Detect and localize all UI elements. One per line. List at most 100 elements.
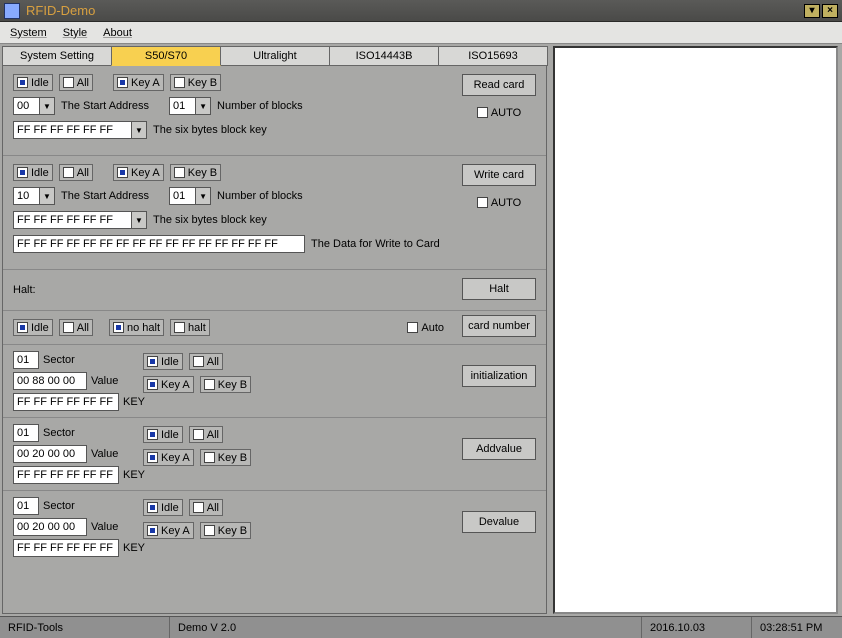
addv-key[interactable] (13, 466, 119, 484)
read-numblocks-dropdown[interactable]: ▼ (169, 97, 211, 115)
write-start-address-dropdown[interactable]: ▼ (13, 187, 55, 205)
addv-radio-keya[interactable]: Key A (143, 449, 194, 466)
addv-value[interactable] (13, 445, 87, 463)
cardnum-section: Idle All no halt halt Auto card number (3, 311, 546, 345)
label-sector: Sector (43, 354, 75, 366)
cn-auto-check[interactable]: Auto (405, 319, 446, 336)
titlebar: RFID-Demo ▾ × (0, 0, 842, 22)
write-numblocks-dropdown[interactable]: ▼ (169, 187, 211, 205)
write-check-all[interactable]: All (59, 164, 93, 181)
write-radio-keya[interactable]: Key A (113, 164, 164, 181)
cn-check-halt[interactable]: halt (170, 319, 210, 336)
read-key-dropdown[interactable]: ▼ (13, 121, 147, 139)
devalue-button[interactable]: Devalue (462, 511, 536, 533)
write-numblocks[interactable] (169, 187, 195, 205)
init-key[interactable] (13, 393, 119, 411)
label-key: KEY (123, 542, 145, 554)
read-start-address-dropdown[interactable]: ▼ (13, 97, 55, 115)
log-panel[interactable] (553, 46, 838, 614)
initialization-button[interactable]: initialization (462, 365, 536, 387)
card-number-button[interactable]: card number (462, 315, 536, 337)
tab-strip: System Setting S50/S70 Ultralight ISO144… (2, 46, 547, 66)
dropdown-icon[interactable]: ▼ (131, 121, 147, 139)
label-sector: Sector (43, 500, 75, 512)
status-time: 03:28:51 PM (752, 617, 842, 638)
cn-check-all[interactable]: All (59, 319, 93, 336)
addvalue-button[interactable]: Addvalue (462, 438, 536, 460)
label-value: Value (91, 521, 118, 533)
dev-check-keyb[interactable]: Key B (200, 522, 251, 539)
addv-check-keyb[interactable]: Key B (200, 449, 251, 466)
halt-button[interactable]: Halt (462, 278, 536, 300)
read-auto-check[interactable]: AUTO (475, 104, 523, 121)
read-start-address[interactable] (13, 97, 39, 115)
init-value[interactable] (13, 372, 87, 390)
app-icon (4, 3, 20, 19)
label-halt: Halt: (13, 284, 36, 296)
dropdown-icon[interactable]: ▼ (195, 187, 211, 205)
dropdown-icon[interactable]: ▼ (131, 211, 147, 229)
dev-value[interactable] (13, 518, 87, 536)
init-section: Sector Value KEY Idle All Key A Key B in… (3, 345, 546, 418)
dev-radio-idle[interactable]: Idle (143, 499, 183, 516)
label-start-address: The Start Address (61, 100, 149, 112)
write-check-keyb[interactable]: Key B (170, 164, 221, 181)
menu-system[interactable]: System (10, 27, 47, 39)
tab-system-setting[interactable]: System Setting (2, 46, 112, 66)
init-check-keyb[interactable]: Key B (200, 376, 251, 393)
read-numblocks[interactable] (169, 97, 195, 115)
write-auto-check[interactable]: AUTO (475, 194, 523, 211)
status-tool: RFID-Tools (0, 617, 170, 638)
read-check-all[interactable]: All (59, 74, 93, 91)
dev-check-all[interactable]: All (189, 499, 223, 516)
dropdown-icon[interactable]: ▼ (39, 187, 55, 205)
addv-sector[interactable] (13, 424, 39, 442)
init-check-all[interactable]: All (189, 353, 223, 370)
status-date: 2016.10.03 (642, 617, 752, 638)
cn-radio-idle[interactable]: Idle (13, 319, 53, 336)
halt-section: Halt: Halt (3, 270, 546, 311)
label-sector: Sector (43, 427, 75, 439)
init-sector[interactable] (13, 351, 39, 369)
cn-radio-nohalt[interactable]: no halt (109, 319, 164, 336)
devalue-section: Sector Value KEY Idle All Key A Key B De… (3, 491, 546, 563)
tab-iso15693[interactable]: ISO15693 (438, 46, 548, 66)
write-key-dropdown[interactable]: ▼ (13, 211, 147, 229)
menu-about[interactable]: About (103, 27, 132, 39)
tab-ultralight[interactable]: Ultralight (220, 46, 330, 66)
tab-body: Idle All Key A Key B ▼ The Start Address… (2, 66, 547, 614)
tab-iso14443b[interactable]: ISO14443B (329, 46, 439, 66)
addv-radio-idle[interactable]: Idle (143, 426, 183, 443)
init-radio-keya[interactable]: Key A (143, 376, 194, 393)
read-check-keyb[interactable]: Key B (170, 74, 221, 91)
menubar: System Style About (0, 22, 842, 44)
write-radio-idle[interactable]: Idle (13, 164, 53, 181)
dev-radio-keya[interactable]: Key A (143, 522, 194, 539)
read-card-button[interactable]: Read card (462, 74, 536, 96)
dropdown-icon[interactable]: ▼ (195, 97, 211, 115)
read-radio-keya[interactable]: Key A (113, 74, 164, 91)
read-section: Idle All Key A Key B ▼ The Start Address… (3, 66, 546, 156)
write-key[interactable] (13, 211, 131, 229)
label-six-bytes: The six bytes block key (153, 214, 267, 226)
window-title: RFID-Demo (26, 3, 802, 18)
label-num-blocks: Number of blocks (217, 100, 303, 112)
read-key[interactable] (13, 121, 131, 139)
write-data[interactable] (13, 235, 305, 253)
label-value: Value (91, 375, 118, 387)
addv-check-all[interactable]: All (189, 426, 223, 443)
menu-style[interactable]: Style (63, 27, 87, 39)
label-six-bytes: The six bytes block key (153, 124, 267, 136)
write-card-button[interactable]: Write card (462, 164, 536, 186)
read-radio-idle[interactable]: Idle (13, 74, 53, 91)
close-button[interactable]: × (822, 4, 838, 18)
addvalue-section: Sector Value KEY Idle All Key A Key B Ad… (3, 418, 546, 491)
dev-sector[interactable] (13, 497, 39, 515)
init-radio-idle[interactable]: Idle (143, 353, 183, 370)
tab-s50-s70[interactable]: S50/S70 (111, 46, 221, 66)
dev-key[interactable] (13, 539, 119, 557)
write-start-address[interactable] (13, 187, 39, 205)
dropdown-icon[interactable]: ▼ (39, 97, 55, 115)
minimize-button[interactable]: ▾ (804, 4, 820, 18)
status-version: Demo V 2.0 (170, 617, 642, 638)
